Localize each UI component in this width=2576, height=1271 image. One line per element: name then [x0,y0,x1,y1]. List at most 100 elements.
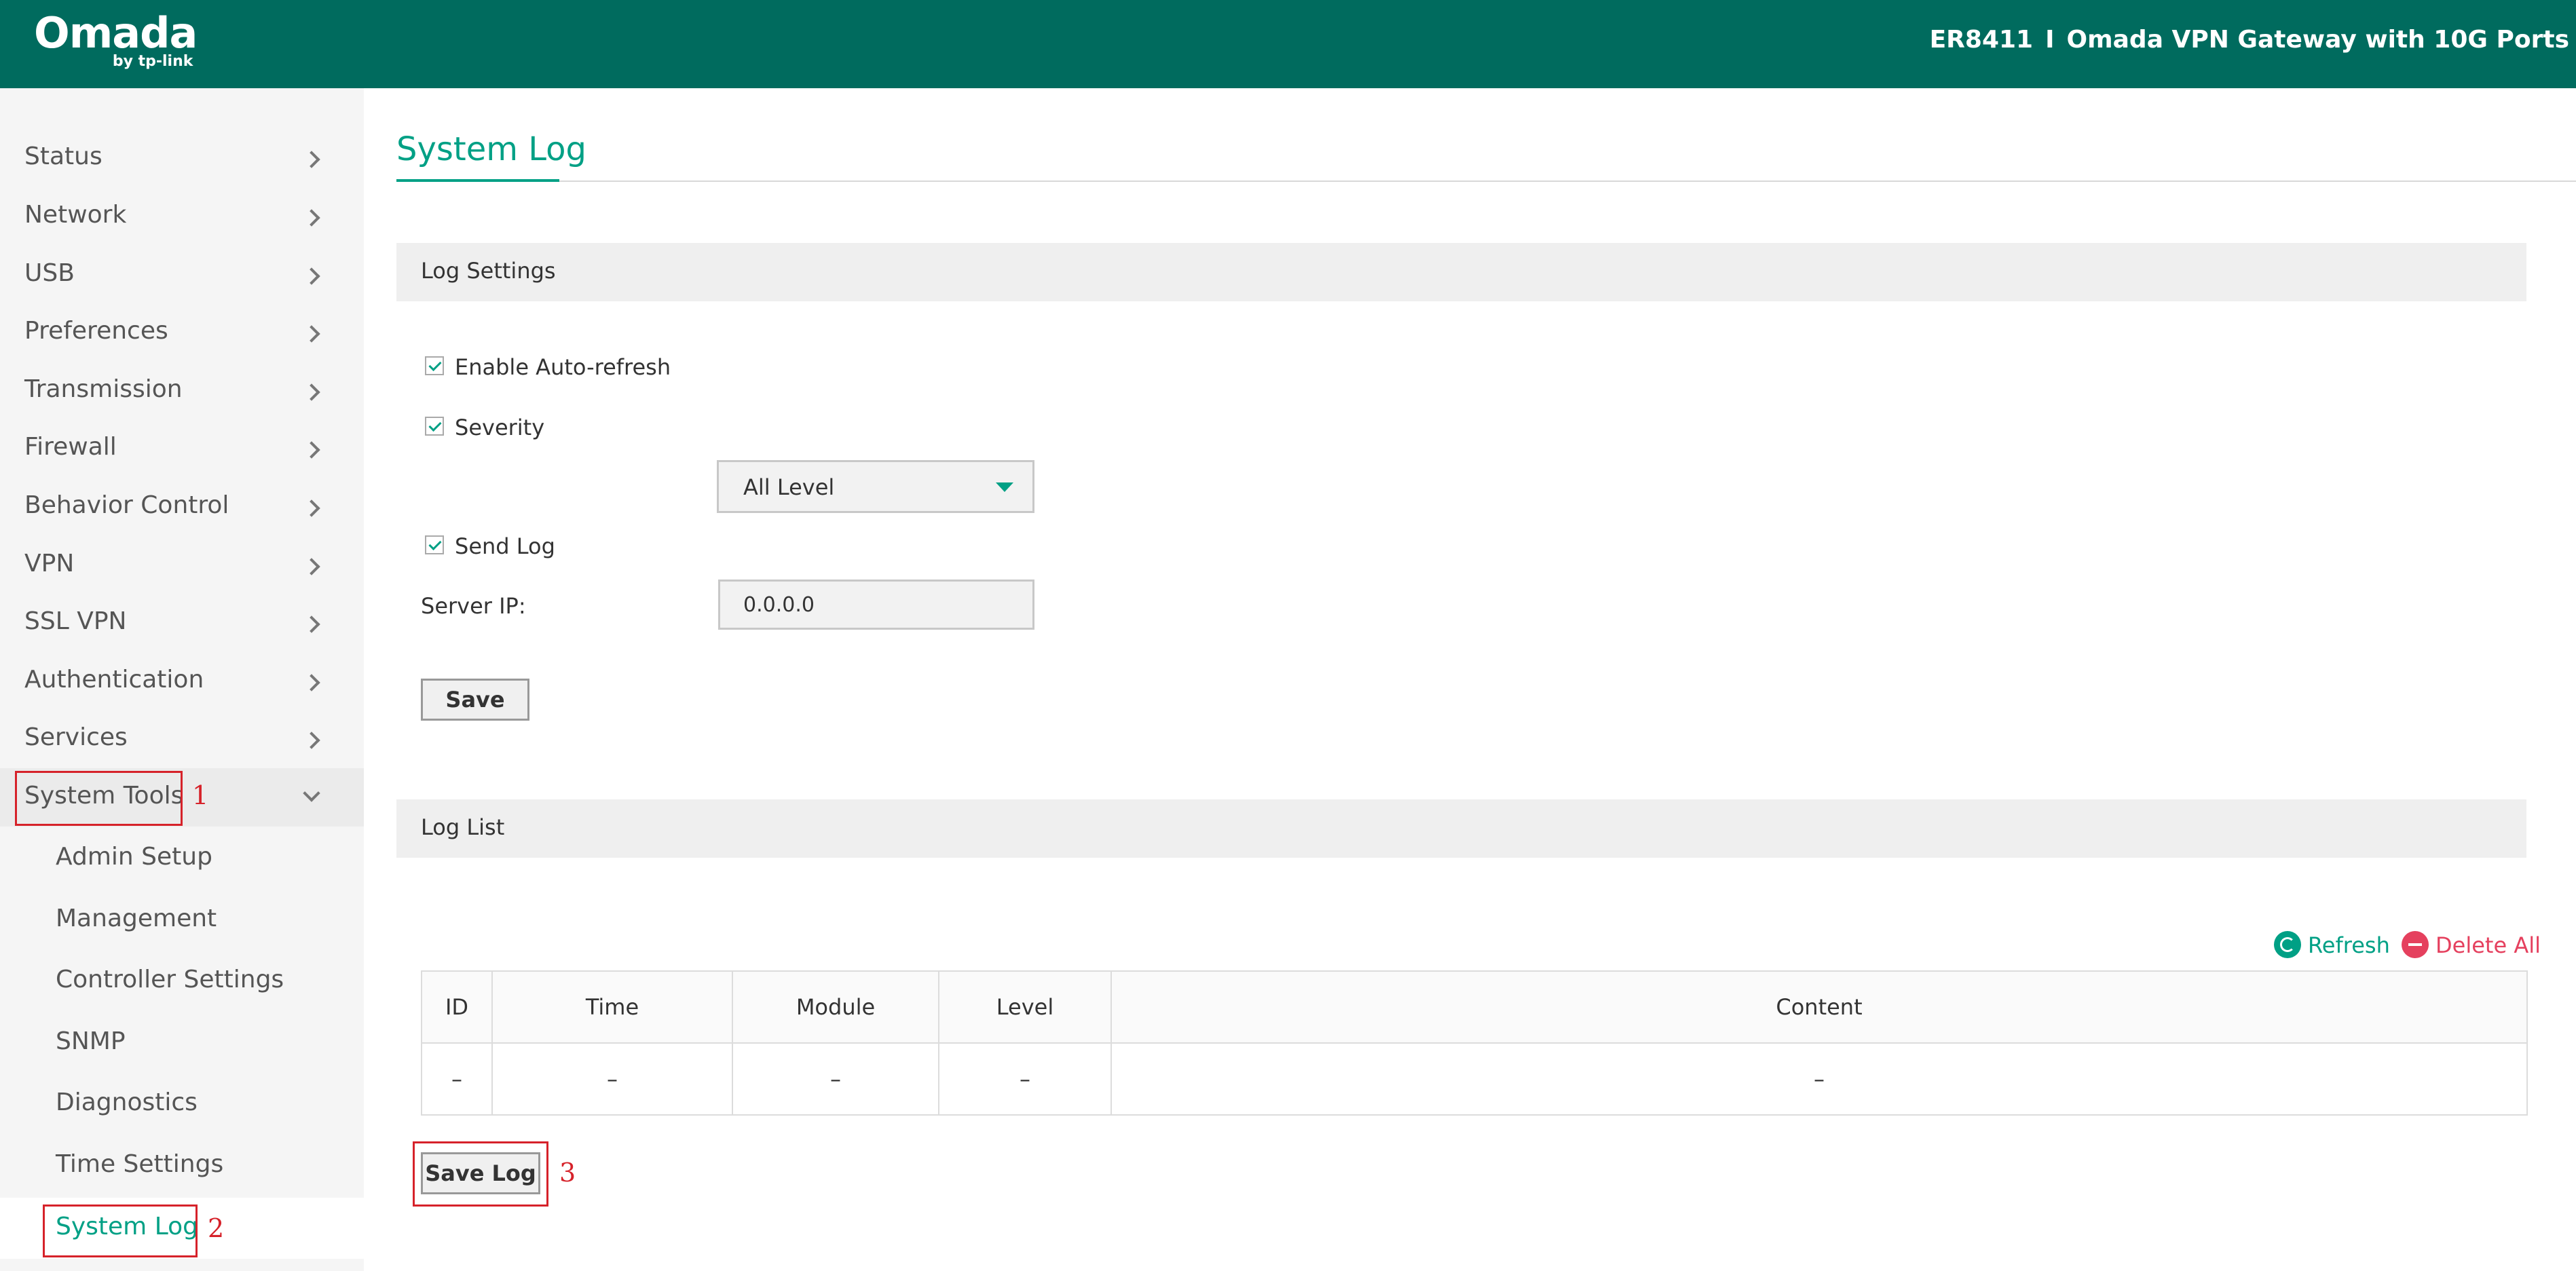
page-title: System Log [396,130,586,168]
sidebar-subitem-label: Controller Settings [56,966,284,993]
column-header-module: Module [732,970,939,1044]
chevron-right-icon [303,383,320,401]
sidebar-item-authentication[interactable]: Authentication [0,652,364,710]
sidebar-item-preferences[interactable]: Preferences [0,303,364,362]
table-row: – – – – – [421,1042,2528,1116]
cell-id: – [421,1042,493,1116]
auto-refresh-label: Enable Auto-refresh [455,354,671,380]
cell-time: – [491,1042,733,1116]
title-divider [396,181,2576,182]
delete-all-label: Delete All [2435,932,2541,958]
checkbox-checked-icon[interactable] [425,356,444,375]
chevron-right-icon [303,267,320,285]
refresh-button[interactable]: Refresh [2274,931,2390,960]
sidebar-subitem-label: Diagnostics [56,1088,198,1116]
sidebar-item-label: Authentication [24,666,204,694]
chevron-down-icon [303,784,320,802]
sidebar-item-network[interactable]: Network [0,187,364,246]
sidebar-subitem-label: Time Settings [56,1150,224,1178]
column-header-id: ID [421,970,493,1044]
omada-logo[interactable]: Omada by tp-link [34,8,198,71]
sidebar-item-label: USB [24,259,75,287]
auto-refresh-option[interactable]: Enable Auto-refresh [425,354,671,380]
minus-circle-icon [2402,931,2429,958]
chevron-right-icon [303,674,320,691]
chevron-right-icon [303,732,320,749]
annotation-number-3: 3 [559,1158,576,1188]
caret-down-icon [996,482,1013,492]
annotation-number-2: 2 [208,1213,225,1243]
send-log-label: Send Log [455,533,555,559]
cell-module: – [732,1042,939,1116]
cell-content: – [1110,1042,2528,1116]
sidebar-subitem-management[interactable]: Management [0,890,364,951]
device-model: ER8411 [1929,26,2034,54]
column-header-time: Time [491,970,733,1044]
sidebar-subitem-snmp[interactable]: SNMP [0,1012,364,1074]
save-button[interactable]: Save [421,679,529,721]
save-log-button[interactable]: Save Log [421,1152,540,1194]
table-header-row: ID Time Module Level Content [421,970,2528,1044]
server-ip-input[interactable] [718,580,1034,630]
sidebar-subitem-time-settings[interactable]: Time Settings [0,1135,364,1196]
sidebar-item-services[interactable]: Services [0,710,364,768]
sidebar-item-vpn[interactable]: VPN [0,536,364,594]
logo-wordmark: Omada [34,8,198,58]
checkbox-checked-icon[interactable] [425,535,444,554]
sidebar-item-label: Preferences [24,317,168,345]
sidebar-subitem-admin-setup[interactable]: Admin Setup [0,828,364,889]
chevron-right-icon [303,441,320,459]
chevron-right-icon [303,325,320,343]
annotation-box-2 [43,1204,198,1257]
log-settings-section: Log Settings [396,243,2526,301]
sidebar-subitem-label: Management [56,905,217,932]
sidebar-item-label: Firewall [24,433,117,461]
column-header-level: Level [938,970,1112,1044]
cell-level: – [938,1042,1112,1116]
log-table: ID Time Module Level Content – – – – – [421,970,2528,1116]
section-title: Log List [421,814,505,840]
sidebar-item-firewall[interactable]: Firewall [0,419,364,478]
sidebar-item-transmission[interactable]: Transmission [0,362,364,420]
device-title: ER8411 I Omada VPN Gateway with 10G Ports [1930,26,2569,54]
sidebar-subitem-diagnostics[interactable]: Diagnostics [0,1074,364,1135]
checkbox-checked-icon[interactable] [425,417,444,436]
sidebar-item-label: Network [24,201,127,229]
chevron-right-icon [303,151,320,168]
refresh-icon [2274,931,2301,958]
refresh-label: Refresh [2308,932,2390,958]
sidebar-subitem-label: SNMP [56,1027,126,1055]
sidebar-subitem-controller-settings[interactable]: Controller Settings [0,951,364,1012]
column-header-content: Content [1110,970,2528,1044]
section-title: Log Settings [421,258,556,284]
sidebar-subitem-label: Admin Setup [56,843,212,871]
sidebar-item-label: VPN [24,550,75,577]
sidebar-item-label: Transmission [24,375,183,403]
sidebar-item-label: SSL VPN [24,607,127,635]
delete-all-button[interactable]: Delete All [2402,931,2541,960]
severity-label: Severity [455,415,545,440]
annotation-number-1: 1 [192,780,209,810]
device-product: Omada VPN Gateway with 10G Ports [2066,26,2569,54]
chevron-right-icon [303,499,320,517]
chevron-right-icon [303,615,320,633]
chevron-right-icon [303,558,320,575]
server-ip-label: Server IP: [421,593,526,619]
active-tab-underline [396,179,559,182]
send-log-option[interactable]: Send Log [425,533,555,559]
sidebar-item-usb[interactable]: USB [0,246,364,304]
title-separator: I [2045,26,2055,54]
sidebar-item-behavior-control[interactable]: Behavior Control [0,478,364,536]
sidebar-item-label: Status [24,143,102,170]
sidebar-item-label: Behavior Control [24,491,229,519]
sidebar-item-ssl-vpn[interactable]: SSL VPN [0,594,364,652]
severity-option[interactable]: Severity [425,415,544,440]
severity-value: All Level [743,474,835,500]
sidebar-item-status[interactable]: Status [0,129,364,187]
sidebar-item-label: Services [24,723,128,751]
severity-select[interactable]: All Level [717,460,1034,513]
log-list-section: Log List [396,799,2526,858]
chevron-right-icon [303,209,320,227]
annotation-box-1 [15,771,183,826]
top-header: Omada by tp-link ER8411 I Omada VPN Gatewa… [0,0,2576,88]
